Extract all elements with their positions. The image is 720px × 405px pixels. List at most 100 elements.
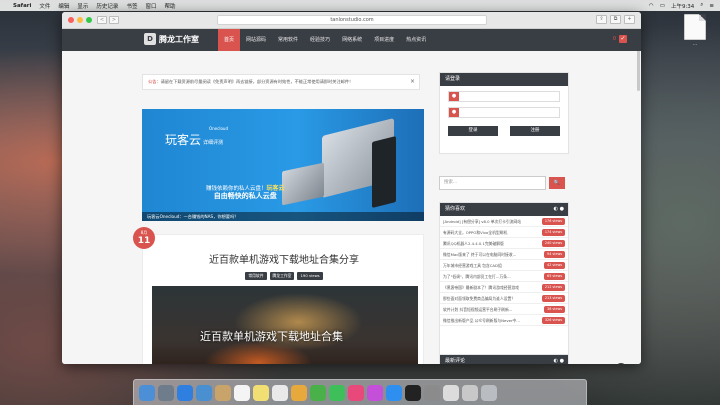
back-to-top-button[interactable]: ⌃ — [615, 363, 627, 364]
widget-controls-icon[interactable]: ◐ ● — [554, 355, 564, 364]
reminders-icon[interactable] — [272, 384, 288, 401]
safari-icon[interactable] — [177, 384, 193, 401]
search-icon: 🔍 — [553, 180, 561, 186]
menu-app-name[interactable]: Safari — [13, 3, 31, 9]
notification-center-icon[interactable]: ≡ — [709, 3, 714, 9]
trash-icon[interactable] — [481, 384, 497, 401]
list-item[interactable]: 微信推出新版产品 公众号刷新版与Never中... 326 views — [440, 315, 568, 326]
views-badge: 94 views — [544, 251, 565, 258]
notice-bar: 公告：请留在下载资源前尽量阅读《免责声明》再去链接，部分资源有时效性，不能正常使… — [142, 74, 420, 90]
list-item[interactable]: 《黑客帝国》最新剧本了！腾讯游戏经营游戏 212 views — [440, 282, 568, 293]
widget-controls-icon[interactable]: ◐ ● — [554, 203, 564, 216]
article-image[interactable]: 近百款单机游戏下载地址合集 — [152, 286, 418, 364]
menu-item-help[interactable]: 帮助 — [164, 2, 175, 10]
views-badge: 240 views — [541, 240, 565, 247]
menu-item-edit[interactable]: 编辑 — [58, 2, 69, 10]
article-card: 近百款单机游戏下载地址合集分享 常用软件 腾龙工作室 190 views 近百款… — [142, 234, 424, 364]
nav-item-tips[interactable]: 经验技巧 — [304, 29, 336, 51]
menu-item-window[interactable]: 窗口 — [145, 2, 156, 10]
tabs-overview-icon[interactable]: ⧉ — [610, 15, 621, 24]
nav-item-home[interactable]: 首页 — [218, 29, 241, 51]
list-item[interactable]: 为了"低调"，腾讯内部员工在打...万条... 65 views — [440, 271, 568, 282]
views-badge: 326 views — [541, 317, 565, 324]
search-input[interactable]: 搜索... — [439, 176, 546, 190]
notice-text[interactable]: 请留在下载资源前尽量阅读《免责声明》再去链接，部分资源有时效性，不能正常使用请即… — [161, 79, 354, 84]
nav-item-system[interactable]: 网络系统 — [336, 29, 368, 51]
downloads-stack-icon[interactable] — [462, 384, 478, 401]
cart-icon: ✓ — [619, 35, 627, 43]
views-badge: 174 views — [541, 229, 565, 236]
nav-cart[interactable]: 0 ✓ — [613, 35, 627, 43]
share-icon[interactable]: ⇪ — [596, 15, 607, 24]
desktop-file-label: ... — [692, 42, 698, 47]
facetime-icon[interactable] — [329, 384, 345, 401]
calendar-icon[interactable] — [234, 384, 250, 401]
article-tag-category[interactable]: 常用软件 — [245, 272, 267, 280]
nav-item-progress[interactable]: 项目进度 — [368, 29, 400, 51]
login-button[interactable]: 登录 — [448, 126, 498, 136]
ibooks-icon[interactable] — [367, 384, 383, 401]
menu-item-history[interactable]: 历史记录 — [96, 2, 118, 10]
zoom-window-button[interactable] — [86, 17, 92, 23]
menu-item-view[interactable]: 显示 — [77, 2, 88, 10]
photos-icon[interactable] — [291, 384, 307, 401]
desktop-file-icon[interactable] — [684, 14, 706, 40]
register-button[interactable]: 注册 — [510, 126, 560, 136]
new-tab-icon[interactable]: + — [624, 15, 635, 24]
messages-icon[interactable] — [310, 384, 326, 401]
qq-icon[interactable] — [405, 384, 421, 401]
app-store-icon[interactable] — [386, 384, 402, 401]
menu-item-bookmarks[interactable]: 书签 — [126, 2, 137, 10]
list-item[interactable]: 有源码大全，OPPO和Vivo全机型刷机 174 views — [440, 227, 568, 238]
article-tag-author[interactable]: 腾龙工作室 — [269, 272, 295, 280]
recent-comments-title: 最新评论 ◐ ● — [440, 355, 568, 364]
logo-text: 腾龙工作室 — [159, 34, 199, 44]
list-item[interactable]: [Android] [有偿分享] v8.0 单次打卡引流网站 176 views — [440, 216, 568, 227]
cart-count: 0 — [612, 36, 616, 42]
username-field[interactable]: ● — [448, 91, 560, 102]
mail-icon[interactable] — [196, 384, 212, 401]
menubar-clock[interactable]: 上午9:34 — [671, 2, 694, 10]
article-day: 11 — [137, 236, 151, 246]
safari-window: < > tanlonstudio.com ⇪ ⧉ + D 腾龙工作室 首页 网站… — [62, 12, 641, 364]
itunes-icon[interactable] — [348, 384, 364, 401]
documents-stack-icon[interactable] — [443, 384, 459, 401]
banner-title: 玩客云 详细评测 Onecloud — [165, 126, 228, 147]
list-item[interactable]: 万年城市经营游戏工具 包含CAD组 42 views — [440, 260, 568, 271]
wifi-icon[interactable]: ◠ — [649, 3, 654, 9]
menu-item-file[interactable]: 文件 — [39, 2, 50, 10]
spotlight-icon[interactable]: ⌕ — [700, 2, 703, 9]
launchpad-icon[interactable] — [158, 384, 174, 401]
list-item[interactable]: 软件计划 抖音短视频运营平台刷子刷新... 38 views — [440, 304, 568, 315]
site-logo[interactable]: D 腾龙工作室 — [144, 33, 199, 45]
list-item[interactable]: 微信Mac版来了 终于可以在电脑同时接收... 94 views — [440, 249, 568, 260]
list-item[interactable]: 腾讯QQ机器人2.4.4.0.1完美破解版 240 views — [440, 238, 568, 249]
address-bar[interactable]: tanlonstudio.com — [217, 15, 487, 25]
search-button[interactable]: 🔍 — [549, 177, 565, 189]
contacts-icon[interactable] — [215, 384, 231, 401]
close-window-button[interactable] — [68, 17, 74, 23]
banner-title-small: Onecloud — [209, 126, 228, 131]
notice-close-button[interactable]: × — [410, 75, 415, 89]
nav-item-software[interactable]: 常用软件 — [272, 29, 304, 51]
login-widget-title: 请登录 — [440, 73, 568, 86]
minimize-window-button[interactable] — [77, 17, 83, 23]
nav-item-news[interactable]: 热点资讯 — [400, 29, 432, 51]
views-badge: 42 views — [544, 262, 565, 269]
views-badge: 176 views — [541, 218, 565, 225]
nav-item-source[interactable]: 网站源码 — [240, 29, 272, 51]
battery-icon[interactable]: ▭ — [660, 3, 665, 9]
notes-icon[interactable] — [253, 384, 269, 401]
menu-bar: Safari 文件 编辑 显示 历史记录 书签 窗口 帮助 ◠ ▭ 上午9:34… — [0, 0, 720, 11]
forward-button[interactable]: > — [109, 16, 119, 24]
finder-icon[interactable] — [139, 384, 155, 401]
system-preferences-icon[interactable] — [424, 384, 440, 401]
hot-posts-title: 猜你喜欢 ◐ ● — [440, 203, 568, 216]
article-title[interactable]: 近百款单机游戏下载地址合集分享 — [143, 251, 425, 266]
password-field[interactable]: ● — [448, 107, 560, 118]
site-nav-bar: D 腾龙工作室 首页 网站源码 常用软件 经验技巧 网络系统 项目进度 热点资讯… — [62, 29, 641, 51]
list-item[interactable]: 那些面对面领取免费商品骗局为谁人设置？ 213 views — [440, 293, 568, 304]
back-button[interactable]: < — [97, 16, 107, 24]
views-badge: 213 views — [541, 295, 565, 302]
promo-banner[interactable]: 玩客云 详细评测 Onecloud 赚钱依赖你的私人云盘！玩客云 自由畅快的私人云… — [142, 109, 424, 221]
